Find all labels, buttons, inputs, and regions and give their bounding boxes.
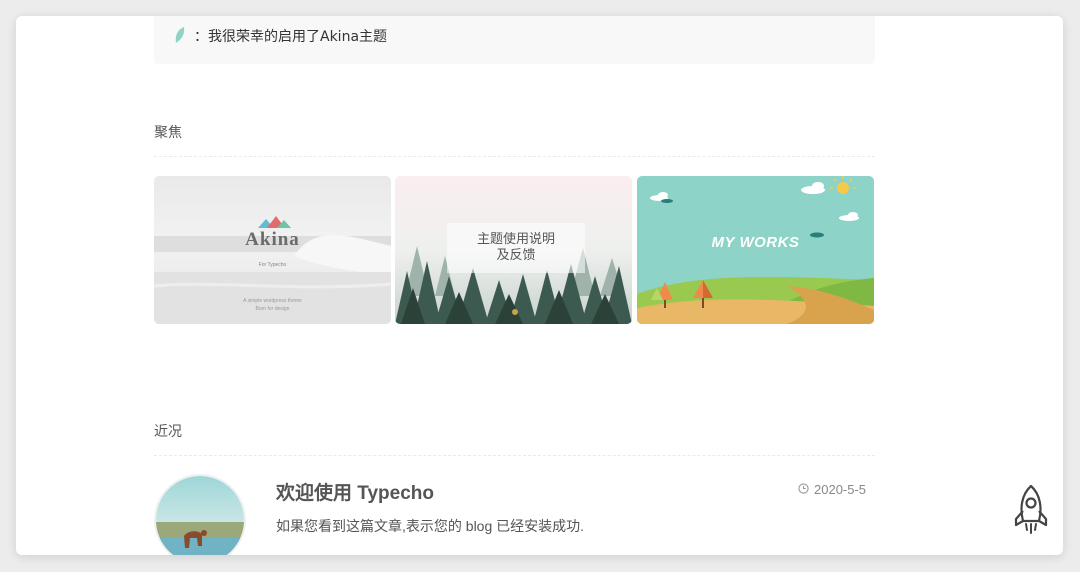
leaf-icon xyxy=(174,26,186,48)
post-thumbnail[interactable] xyxy=(154,474,246,555)
recent-section-title: 近况 xyxy=(154,424,182,440)
focus-card-guide[interactable]: 主题使用说明 及反馈 xyxy=(395,176,632,324)
browser-window: ：我很荣幸的启用了Akina主题 聚焦 Akina For Typecho A … xyxy=(16,16,1063,555)
focus-card-works[interactable]: MY WORKS xyxy=(637,176,874,324)
clock-icon xyxy=(798,482,809,497)
post-title-link[interactable]: 欢迎使用 Typecho xyxy=(276,478,434,505)
notice-text: ：我很荣幸的启用了Akina主题 xyxy=(194,29,388,45)
akina-tagline-1: A simple wordpress theme xyxy=(243,298,302,304)
post-excerpt: 如果您看到这篇文章,表示您的 blog 已经安装成功. xyxy=(276,518,585,534)
focus-card-akina[interactable]: Akina For Typecho A simple wordpress the… xyxy=(154,176,391,324)
akina-tagline-2: Born for design xyxy=(255,306,290,312)
guide-label-line2: 及反馈 xyxy=(496,248,536,263)
post-date-text: 2020-5-5 xyxy=(814,482,867,497)
focus-divider xyxy=(154,156,875,157)
akina-subtitle: For Typecho xyxy=(258,262,287,268)
rocket-icon xyxy=(1013,484,1049,539)
guide-label-box: 主题使用说明 及反馈 xyxy=(447,223,585,273)
focus-section-title: 聚焦 xyxy=(154,125,182,141)
post-date: 2020-5-5 xyxy=(798,482,866,497)
akina-brand: Akina xyxy=(245,229,300,250)
notice-bar: ：我很荣幸的启用了Akina主题 xyxy=(154,16,875,64)
works-label: MY WORKS xyxy=(711,234,800,251)
guide-label-line1: 主题使用说明 xyxy=(476,232,555,247)
back-to-top-button[interactable] xyxy=(1013,483,1049,539)
recent-divider xyxy=(154,455,875,456)
